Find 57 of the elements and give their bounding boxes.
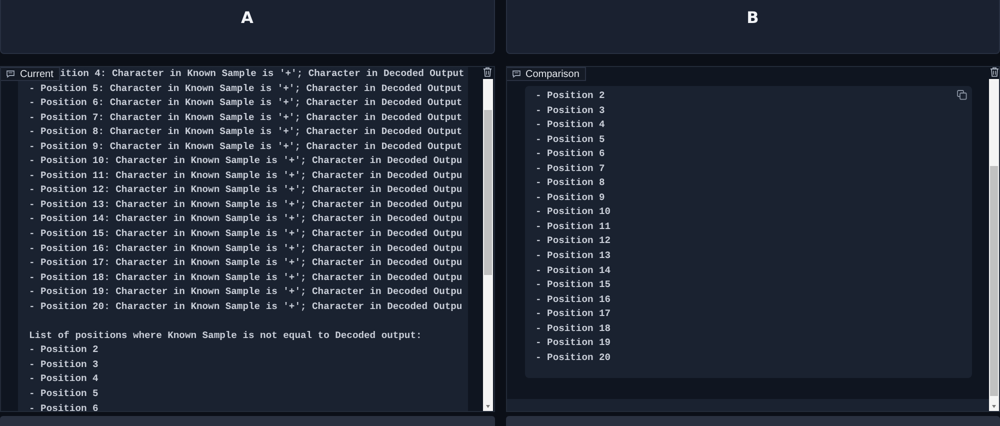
code-line: - Position 13	[536, 250, 611, 262]
code-line: - Position 14	[536, 264, 611, 276]
code-line: - Position 6	[536, 148, 605, 160]
code-line: - Position 14: Character in Known Sample is '+'; Character in Decoded Outpu	[29, 213, 462, 224]
chat-icon	[512, 70, 520, 78]
code-line: - Position 10	[536, 206, 611, 218]
code-line: - Position 18	[536, 322, 611, 334]
code-line: - Position 11: Character in Known Sample is '+'; Character in Decoded Outpu	[29, 170, 462, 181]
code-line: - Position 19	[536, 337, 611, 348]
scroll-thumb[interactable]	[990, 166, 998, 396]
code-line: ition 4: Character in Known Sample is '+'; Character in Decoded Output	[60, 68, 464, 79]
scroll-thumb[interactable]	[484, 110, 492, 275]
header-title: A	[241, 8, 254, 28]
code-line: - Position 9	[536, 192, 605, 203]
code-line: - Position 19: Character in Known Sample is '+'; Character in Decoded Outpu	[29, 286, 462, 298]
code-line: - Position 18: Character in Known Sample is '+'; Character in Decoded Outpu	[29, 272, 462, 283]
code-line: - Position 9: Character in Known Sample is '+'; Character in Decoded Output	[29, 140, 462, 152]
scroll-down-icon[interactable]	[486, 405, 490, 408]
code-line: - Position 8: Character in Known Sample is '+'; Character in Decoded Output	[29, 126, 462, 138]
code-line: - Position 4	[536, 119, 605, 130]
code-line: - Position 20: Character in Known Sample is '+'; Character in Decoded Outpu	[29, 300, 462, 312]
code-line: - Position 7	[536, 162, 605, 174]
header-title: B	[746, 8, 759, 28]
code-line: - Position 4	[29, 373, 98, 384]
code-line: - Position 15	[536, 279, 611, 290]
scroll-down-icon[interactable]	[992, 405, 996, 408]
code-line: - Position 5	[536, 134, 605, 145]
code-line: - Position 8	[536, 177, 605, 188]
code-line: - Position 12	[536, 235, 611, 246]
code-line: - Position 17: Character in Known Sample is '+'; Character in Decoded Outpu	[29, 257, 462, 268]
code-line: - Position 5	[29, 388, 98, 400]
trash-icon[interactable]	[483, 67, 492, 77]
code-line: - Position 17	[536, 308, 611, 320]
code-line: - Position 2	[29, 344, 98, 356]
code-line: - Position 10: Character in Known Sample is '+'; Character in Decoded Outpu	[29, 155, 462, 166]
code-line: - Position 15: Character in Known Sample is '+'; Character in Decoded Outpu	[29, 228, 462, 240]
code-line: - Position 6	[29, 402, 98, 411]
code-line: - Position 13: Character in Known Sample is '+'; Character in Decoded Outpu	[29, 198, 462, 210]
code-line: - Position 3	[536, 104, 605, 116]
trash-icon[interactable]	[990, 67, 998, 77]
code-line: - Position 16	[536, 294, 611, 305]
scrollbar[interactable]	[482, 79, 492, 411]
label-text: Comparison	[526, 68, 580, 80]
code-line: List of positions where Known Sample is not equal to Decoded output:	[29, 330, 422, 341]
code-line: - Position 2	[536, 90, 605, 101]
code-line: - Position 20	[536, 352, 611, 363]
code-line: - Position 11	[536, 220, 611, 232]
label-text: Current	[20, 68, 54, 80]
code-line: - Position 5: Character in Known Sample is '+'; Character in Decoded Output	[29, 82, 462, 94]
code-line: - Position 12: Character in Known Sample is '+'; Character in Decoded Outpu	[29, 184, 462, 196]
chat-icon	[6, 70, 15, 78]
code-line: - Position 16: Character in Known Sample is '+'; Character in Decoded Outpu	[29, 242, 462, 254]
code-line: - Position 3	[29, 358, 98, 370]
copy-icon[interactable]	[956, 90, 966, 100]
code-line: - Position 6: Character in Known Sample is '+'; Character in Decoded Output	[29, 97, 462, 108]
code-line: - Position 7: Character in Known Sample is '+'; Character in Decoded Output	[29, 112, 462, 123]
scrollbar[interactable]	[989, 79, 999, 411]
